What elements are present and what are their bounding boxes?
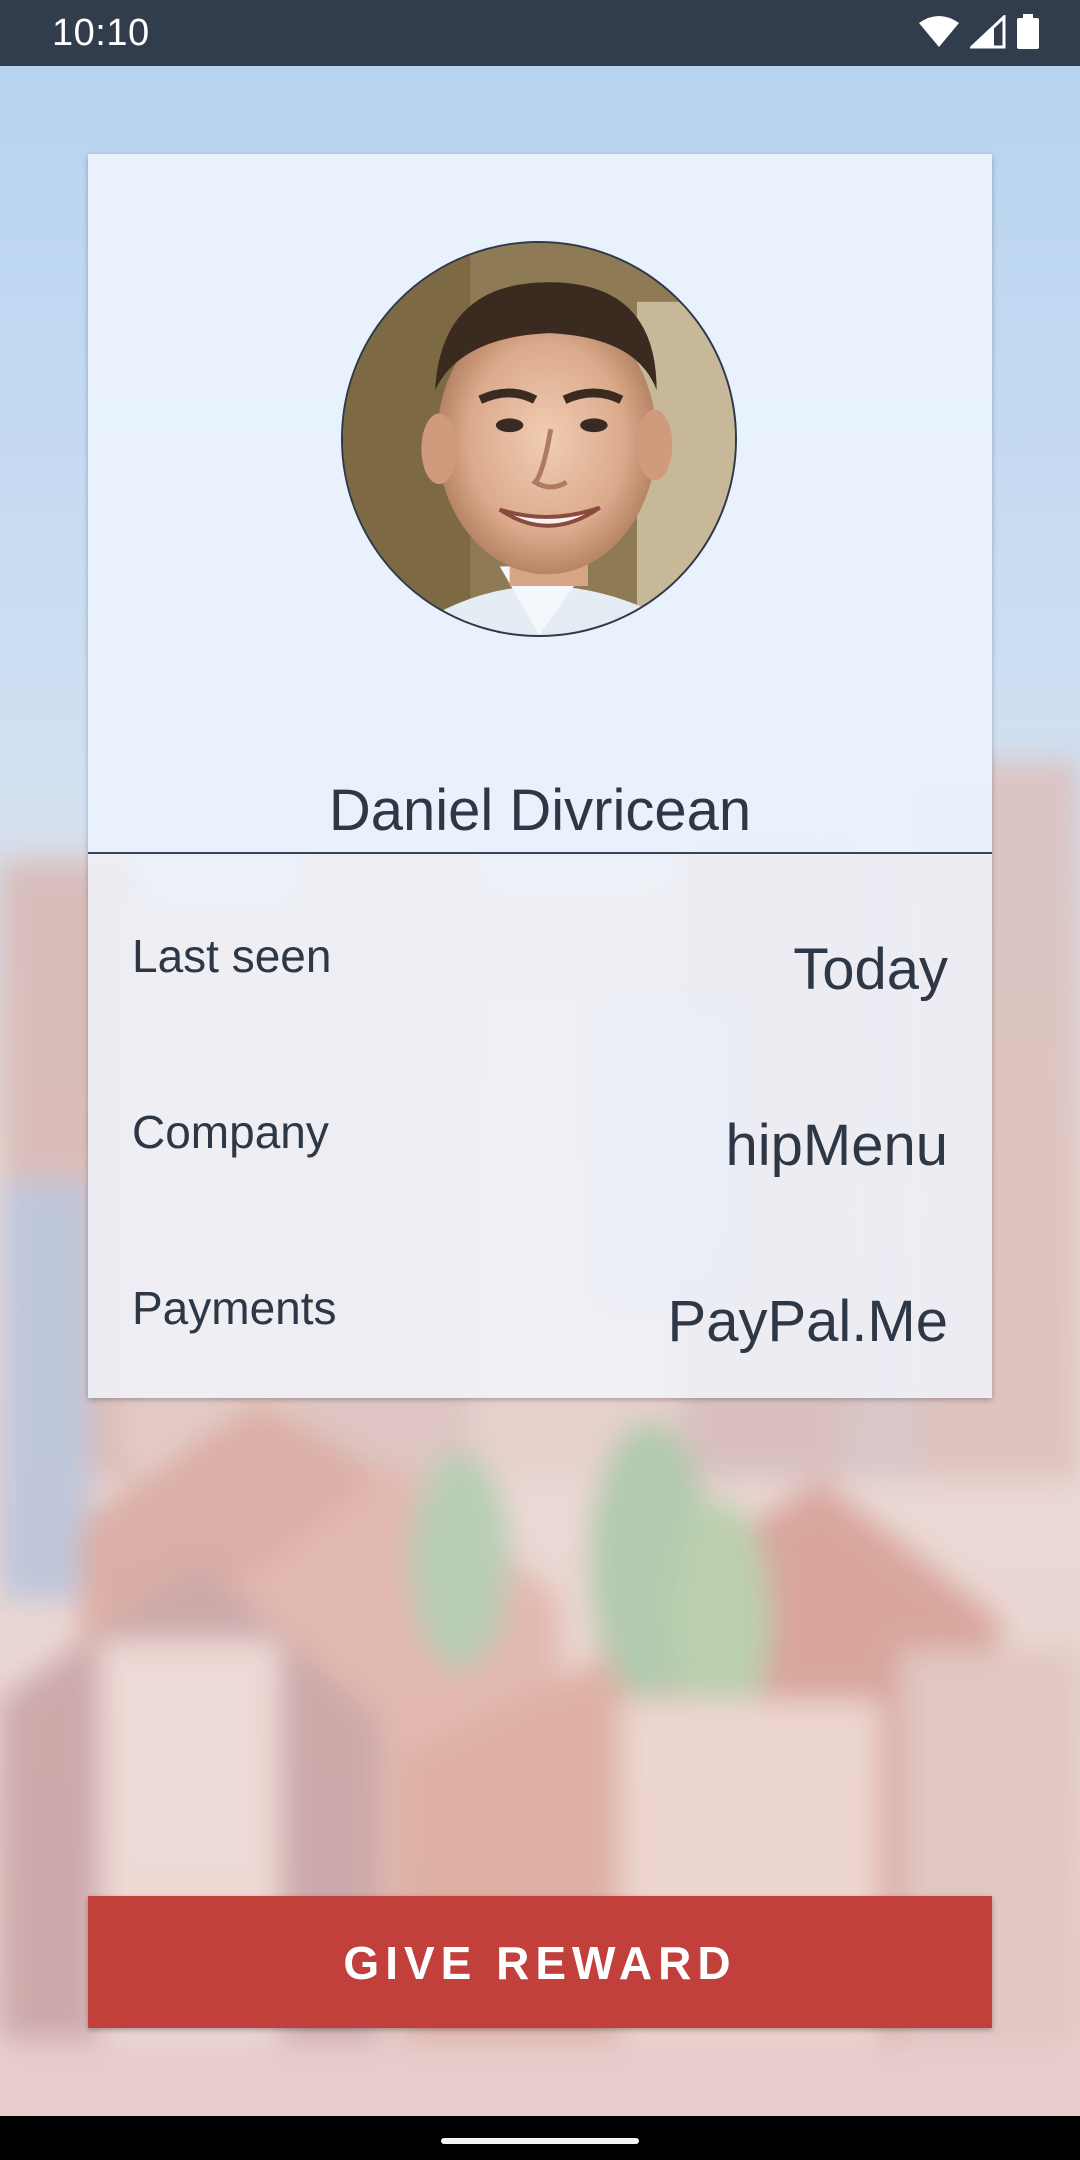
navigation-bar: [0, 2116, 1080, 2160]
status-icons: [918, 14, 1040, 50]
detail-value: Today: [793, 937, 948, 1002]
divider: [88, 852, 992, 854]
give-reward-button[interactable]: GIVE REWARD: [88, 1896, 992, 2028]
detail-value[interactable]: PayPal.Me: [668, 1288, 948, 1356]
status-time: 10:10: [52, 12, 150, 54]
battery-icon: [1016, 14, 1040, 50]
detail-label: Last seen: [132, 930, 332, 982]
detail-label: Payments: [132, 1282, 337, 1334]
profile-name: Daniel Divricean: [328, 778, 752, 843]
profile-header: Daniel Divricean: [88, 154, 992, 852]
detail-row-payments: Payments PayPal.Me: [132, 1280, 948, 1360]
status-bar: 10:10: [0, 0, 1080, 66]
cellular-signal-icon: [970, 15, 1006, 49]
detail-label: Company: [132, 1106, 329, 1158]
avatar: [341, 241, 737, 637]
detail-row-company: Company hipMenu: [132, 1104, 948, 1184]
detail-value[interactable]: hipMenu: [726, 1112, 948, 1180]
wifi-icon: [918, 15, 960, 49]
profile-card: Daniel Divricean Last seen Today Company…: [88, 154, 992, 1398]
detail-row-last-seen: Last seen Today: [132, 928, 948, 1008]
home-gesture-handle[interactable]: [441, 2138, 639, 2144]
